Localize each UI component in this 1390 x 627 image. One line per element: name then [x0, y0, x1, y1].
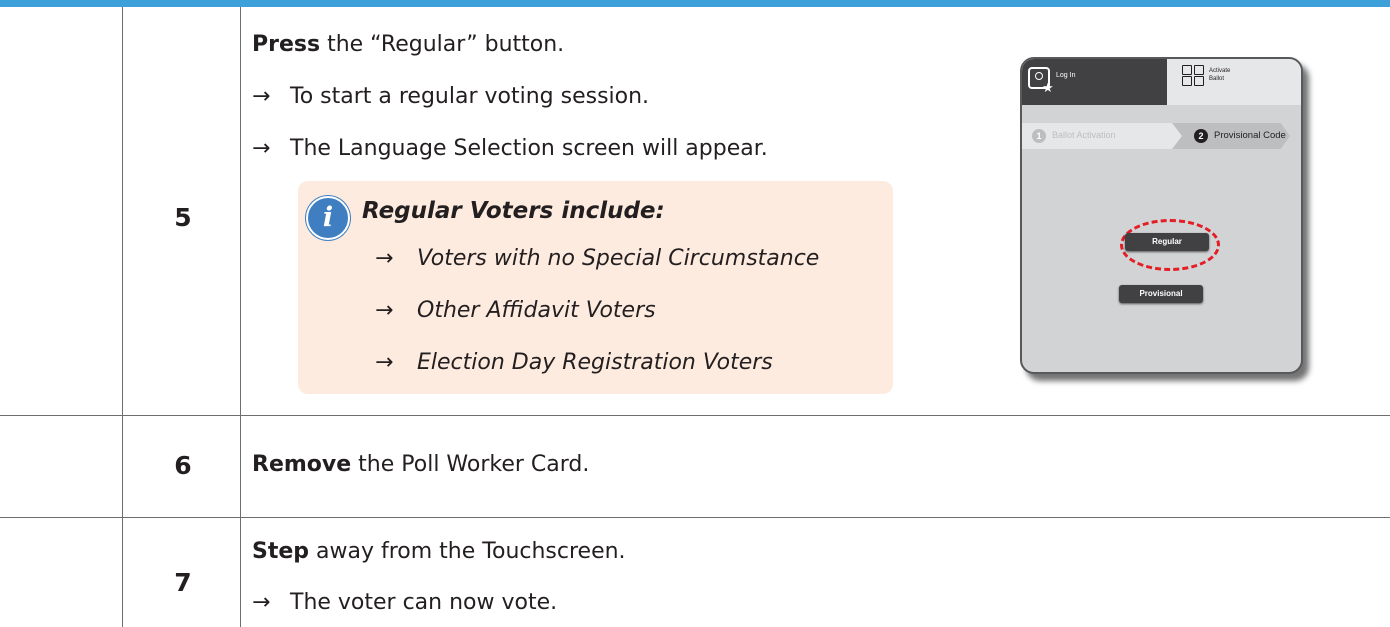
top-accent-bar	[0, 0, 1390, 7]
device-progress-steps: 1 Ballot Activation 2 Provisional Code	[1022, 123, 1301, 149]
info-item: → Other Affidavit Voters	[375, 298, 656, 323]
progress-step-2: 2 Provisional Code	[1172, 123, 1290, 149]
step-number: 5	[174, 203, 192, 232]
step-2-number: 2	[1194, 129, 1208, 143]
step-number: 7	[174, 568, 192, 597]
info-icon: i	[306, 196, 350, 240]
instruction-text: away from the Touchscreen.	[309, 539, 626, 564]
info-item-text: Election Day Registration Voters	[417, 350, 773, 375]
instruction-text: To start a regular voting session.	[290, 84, 650, 109]
instruction-line: → The Language Selection screen will appe…	[252, 136, 768, 161]
arrow-icon: →	[252, 84, 271, 109]
row-divider	[0, 517, 1390, 518]
instruction-verb: Step	[252, 539, 310, 564]
arrow-icon: →	[252, 590, 271, 615]
step-2-label: Provisional Code	[1214, 130, 1286, 141]
instruction-text: The Language Selection screen will appea…	[290, 136, 768, 161]
info-item: → Election Day Registration Voters	[375, 350, 773, 375]
instruction-line: → The voter can now vote.	[252, 590, 557, 615]
provisional-button[interactable]: Provisional	[1119, 285, 1203, 303]
instruction-text: The voter can now vote.	[290, 590, 558, 615]
arrow-icon: →	[252, 136, 271, 161]
instruction-line: Remove the Poll Worker Card.	[252, 452, 589, 477]
instruction-text: the Poll Worker Card.	[351, 452, 590, 477]
instruction-line: Press the “Regular” button.	[252, 32, 564, 57]
step-1-label: Ballot Activation	[1052, 130, 1116, 140]
column-divider-right	[240, 7, 241, 627]
info-item-text: Other Affidavit Voters	[417, 298, 656, 323]
step-number: 6	[174, 451, 192, 480]
instruction-verb: Press	[252, 32, 321, 57]
regular-button[interactable]: Regular	[1125, 233, 1209, 251]
info-item: → Voters with no Special Circumstance	[375, 246, 819, 271]
step-1-number: 1	[1032, 129, 1046, 143]
ballot-icon	[1182, 65, 1206, 87]
column-divider-left	[122, 7, 123, 627]
info-item-text: Voters with no Special Circumstance	[417, 246, 820, 271]
instruction-line: Step away from the Touchscreen.	[252, 539, 626, 564]
activate-ballot-label: Activate Ballot	[1209, 68, 1231, 82]
device-screen-illustration: ★ Log In Activate Ballot 1 Ballot Activa…	[1020, 57, 1303, 374]
instruction-verb: Remove	[252, 452, 352, 477]
info-title: Regular Voters include:	[362, 198, 665, 224]
arrow-icon: →	[375, 246, 394, 271]
row-divider	[0, 415, 1390, 416]
progress-step-1: 1 Ballot Activation	[1022, 123, 1182, 149]
arrow-icon: →	[375, 350, 394, 375]
device-login-area: ★ Log In	[1022, 59, 1167, 105]
star-icon: ★	[1042, 81, 1054, 96]
login-label: Log In	[1056, 72, 1076, 79]
arrow-icon: →	[375, 298, 394, 323]
instruction-line: → To start a regular voting session.	[252, 84, 649, 109]
instruction-text: the “Regular” button.	[320, 32, 565, 57]
